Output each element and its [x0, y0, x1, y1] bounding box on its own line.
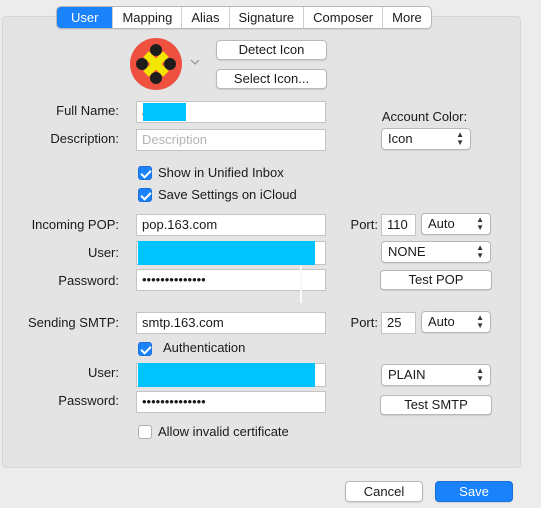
tab-signature[interactable]: Signature	[228, 7, 304, 28]
outgoing-password-label: Password:	[58, 393, 119, 408]
outgoing-user-label: User:	[87, 365, 119, 380]
outgoing-port-value: 25	[387, 315, 402, 330]
test-smtp-button[interactable]: Test SMTP	[380, 395, 492, 415]
redacted-incoming-user	[138, 241, 315, 265]
outgoing-port-field[interactable]: 25	[381, 312, 416, 334]
select-icon-button[interactable]: Select Icon...	[216, 69, 327, 89]
tab-user[interactable]: User	[57, 7, 113, 28]
tab-mapping[interactable]: Mapping	[112, 7, 181, 28]
description-field[interactable]: Description	[136, 129, 326, 151]
redacted-name	[143, 103, 186, 121]
incoming-password-label: Password:	[58, 273, 119, 288]
updown-arrows-icon: ▲ ▼	[476, 215, 484, 232]
tab-composer[interactable]: Composer	[303, 7, 382, 28]
account-color-select[interactable]: Icon ▲ ▼	[381, 128, 471, 150]
invalid-cert-label: Allow invalid certificate	[158, 424, 289, 439]
cancel-button[interactable]: Cancel	[345, 481, 423, 502]
incoming-user-label: User:	[87, 245, 119, 260]
incoming-server-value: pop.163.com	[142, 217, 218, 232]
outgoing-security-select[interactable]: Auto ▲ ▼	[421, 311, 491, 333]
outgoing-server-value: smtp.163.com	[142, 315, 224, 330]
updown-arrows-icon: ▲ ▼	[476, 243, 484, 260]
sending-smtp-label: Sending SMTP:	[27, 315, 119, 330]
invalid-cert-checkbox[interactable]	[138, 425, 152, 439]
incoming-port-field[interactable]: 110	[381, 214, 416, 236]
text-cursor-artifact	[300, 266, 302, 303]
outgoing-auth-value: PLAIN	[388, 367, 426, 382]
incoming-auth-value: NONE	[388, 244, 426, 259]
updown-arrows-icon: ▲ ▼	[476, 366, 484, 383]
incoming-port-label: Port:	[350, 217, 378, 232]
incoming-server-field[interactable]: pop.163.com	[136, 214, 326, 236]
chevron-down-icon[interactable]	[189, 56, 201, 68]
icloud-label: Save Settings on iCloud	[158, 187, 297, 202]
test-pop-button[interactable]: Test POP	[380, 270, 492, 290]
full-name-label: Full Name:	[56, 103, 119, 118]
save-button[interactable]: Save	[435, 481, 513, 502]
outgoing-port-label: Port:	[350, 315, 378, 330]
outgoing-server-field[interactable]: smtp.163.com	[136, 312, 326, 334]
incoming-pop-label: Incoming POP:	[31, 217, 119, 232]
incoming-password-field[interactable]: ••••••••••••••	[136, 269, 326, 291]
incoming-security-value: Auto	[428, 216, 455, 231]
account-color-value: Icon	[388, 131, 413, 146]
account-icon-image[interactable]	[130, 38, 182, 90]
detect-icon-button[interactable]: Detect Icon	[216, 40, 327, 60]
account-color-label: Account Color:	[381, 109, 468, 124]
unified-inbox-checkbox[interactable]	[138, 166, 152, 180]
tab-bar: User Mapping Alias Signature Composer Mo…	[56, 6, 432, 29]
tab-more[interactable]: More	[382, 7, 431, 28]
tab-alias[interactable]: Alias	[181, 7, 228, 28]
updown-arrows-icon: ▲ ▼	[476, 313, 484, 330]
incoming-port-value: 110	[387, 217, 408, 232]
redacted-outgoing-user	[138, 363, 315, 387]
cross-logo-icon	[136, 44, 176, 84]
icloud-checkbox[interactable]	[138, 188, 152, 202]
outgoing-password-field[interactable]: ••••••••••••••	[136, 391, 326, 413]
authentication-label: Authentication	[163, 340, 246, 355]
incoming-password-value: ••••••••••••••	[142, 272, 206, 287]
authentication-checkbox[interactable]	[138, 342, 152, 356]
description-placeholder: Description	[142, 132, 208, 147]
updown-arrows-icon: ▲ ▼	[456, 130, 464, 147]
outgoing-password-value: ••••••••••••••	[142, 394, 206, 409]
outgoing-security-value: Auto	[428, 314, 455, 329]
description-label: Description:	[50, 131, 119, 146]
outgoing-auth-select[interactable]: PLAIN ▲ ▼	[381, 364, 491, 386]
unified-inbox-label: Show in Unified Inbox	[158, 165, 284, 180]
incoming-auth-select[interactable]: NONE ▲ ▼	[381, 241, 491, 263]
incoming-security-select[interactable]: Auto ▲ ▼	[421, 213, 491, 235]
